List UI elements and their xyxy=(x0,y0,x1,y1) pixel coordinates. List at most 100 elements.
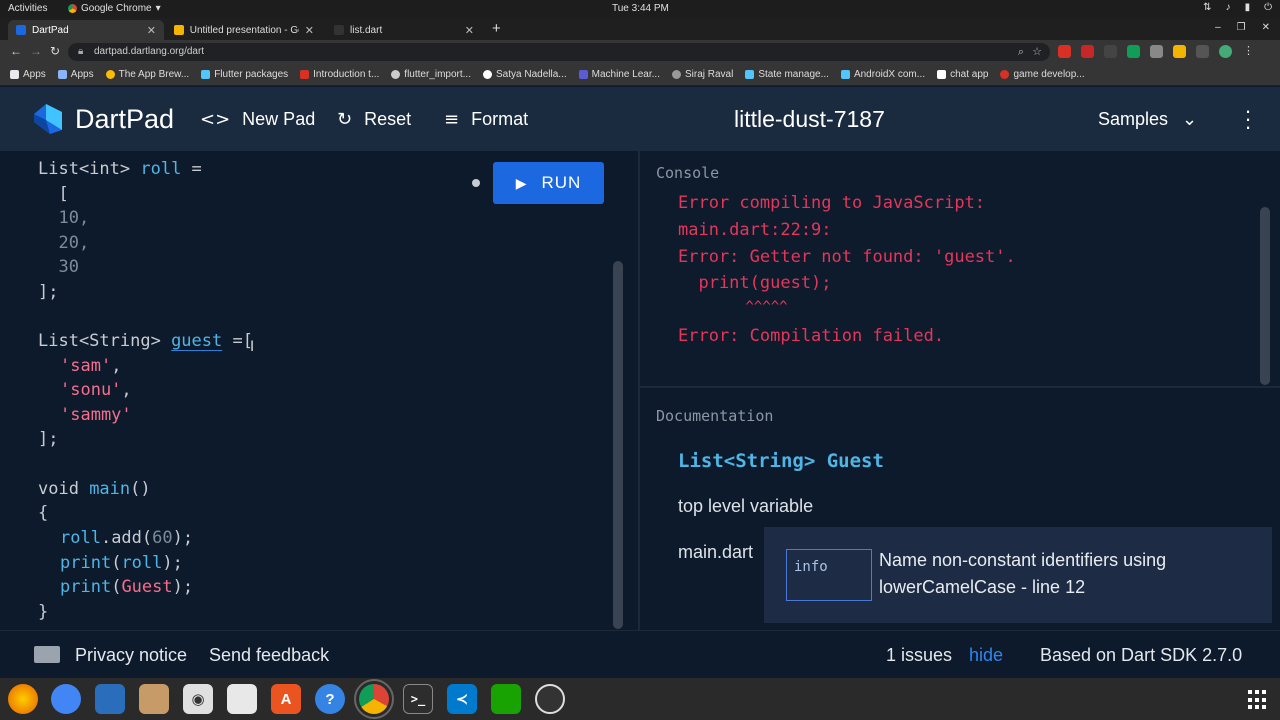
bookmark-item[interactable]: Apps xyxy=(10,69,46,80)
window-controls[interactable]: – ❐ ✕ xyxy=(1215,22,1270,33)
close-icon[interactable]: ✕ xyxy=(465,24,474,37)
bookmark-item[interactable]: Satya Nadella... xyxy=(483,69,567,80)
issues-count[interactable]: 1 issues xyxy=(886,645,952,666)
keyboard-icon[interactable] xyxy=(34,646,60,663)
calc-icon[interactable] xyxy=(491,684,521,714)
profile-avatar[interactable] xyxy=(1219,45,1232,58)
os-top-bar: Activities Google Chrome ▾ Tue 3:44 PM ⇅… xyxy=(0,0,1280,18)
youtube-icon xyxy=(1000,70,1010,79)
terminal-icon[interactable]: >_ xyxy=(403,684,433,714)
flutter-icon xyxy=(745,70,755,79)
bookmark-item[interactable]: flutter_import... xyxy=(391,69,471,80)
site-icon xyxy=(578,70,588,79)
console-scrollbar[interactable] xyxy=(1260,207,1270,385)
code-line: 30 xyxy=(38,257,79,277)
tab-dartpad[interactable]: DartPad ✕ xyxy=(8,20,164,40)
files-icon[interactable] xyxy=(139,684,169,714)
network-icon: ⇅ xyxy=(1203,2,1212,13)
console-line: print(guest); xyxy=(678,273,832,293)
site-icon xyxy=(300,70,310,79)
extension-icon[interactable] xyxy=(1104,45,1117,58)
extension-icon[interactable] xyxy=(1081,45,1094,58)
address-bar[interactable]: 🔒︎ dartpad.dartlang.org/dart ⌕ ☆ xyxy=(68,43,1050,61)
vscode-icon[interactable]: ≺ xyxy=(447,684,477,714)
editor-scrollbar[interactable] xyxy=(613,261,623,629)
format-button[interactable]: ≡ Format xyxy=(444,109,528,130)
show-applications-icon[interactable] xyxy=(1248,690,1268,710)
maximize-icon[interactable]: ❐ xyxy=(1237,22,1246,33)
bookmark-item[interactable]: State manage... xyxy=(745,69,829,80)
extension-icon[interactable] xyxy=(1150,45,1163,58)
lock-icon: 🔒︎ xyxy=(78,46,84,57)
doc-kind: top level variable xyxy=(678,496,814,516)
console-panel: Console Error compiling to JavaScript: m… xyxy=(640,151,1280,388)
hide-issues-link[interactable]: hide xyxy=(969,645,1003,666)
reload-icon[interactable]: ↻ xyxy=(50,44,60,58)
refresh-icon: ↻ xyxy=(337,109,353,130)
tab-list-dart[interactable]: list.dart ✕ xyxy=(326,20,482,40)
close-icon[interactable]: ✕ xyxy=(147,24,156,37)
new-pad-button[interactable]: <> New Pad xyxy=(200,109,315,130)
issue-message: Name non-constant identifiers using lowe… xyxy=(879,550,1167,597)
pad-name: little-dust-7187 xyxy=(734,106,885,132)
bookmark-item[interactable]: Siraj Raval xyxy=(671,69,733,80)
new-tab-button[interactable]: + xyxy=(492,20,501,37)
bookmark-star-icon[interactable]: ☆ xyxy=(1032,43,1042,61)
bookmark-item[interactable]: The App Brew... xyxy=(105,69,189,80)
app-menu[interactable]: Google Chrome ▾ xyxy=(68,3,161,14)
site-icon xyxy=(671,70,681,79)
flutter-icon xyxy=(840,70,850,79)
chrome-menu-icon[interactable]: ⋮ xyxy=(1242,45,1255,58)
run-button[interactable]: ▶ RUN xyxy=(493,162,604,204)
help-icon[interactable]: ? xyxy=(315,684,345,714)
back-arrow-icon[interactable]: ← xyxy=(10,44,22,58)
close-window-icon[interactable]: ✕ xyxy=(1262,22,1270,33)
extension-icon[interactable] xyxy=(1196,45,1209,58)
bookmark-item[interactable]: AndroidX com... xyxy=(840,69,925,80)
flutter-icon xyxy=(201,70,211,79)
send-feedback-link[interactable]: Send feedback xyxy=(209,645,329,666)
activities-button[interactable]: Activities xyxy=(8,3,47,14)
issue-popup[interactable]: info Name non-constant identifiers using… xyxy=(764,527,1272,623)
rhythmbox-icon[interactable]: ◉ xyxy=(183,684,213,714)
zoom-icon[interactable]: ⌕ xyxy=(1018,43,1024,61)
clock[interactable]: Tue 3:44 PM xyxy=(612,3,669,14)
code-editor[interactable]: List<int> roll = [ 10, 20, 30 ]; List<St… xyxy=(0,151,623,630)
samples-dropdown[interactable]: Samples ⌄ xyxy=(1098,109,1197,130)
bookmark-item[interactable]: chat app xyxy=(937,69,988,80)
system-tray[interactable]: ⇅ ♪ ▮ ⏻ xyxy=(1203,2,1272,13)
software-center-icon[interactable]: A xyxy=(271,684,301,714)
bookmark-item[interactable]: Apps xyxy=(57,69,94,80)
tab-presentation[interactable]: Untitled presentation - Go ✕ xyxy=(166,20,322,40)
code-line: roll.add(60); xyxy=(60,528,194,548)
minimize-icon[interactable]: – xyxy=(1215,22,1221,33)
battery-icon: ▮ xyxy=(1244,2,1251,13)
code-line: 'sonu', xyxy=(60,380,132,400)
extension-icon[interactable] xyxy=(1058,45,1071,58)
bookmark-item[interactable]: game develop... xyxy=(1000,69,1085,80)
close-icon[interactable]: ✕ xyxy=(305,24,314,37)
more-options-icon[interactable]: · · · xyxy=(1240,100,1256,138)
chrome-icon[interactable] xyxy=(354,679,394,719)
privacy-notice-link[interactable]: Privacy notice xyxy=(75,645,187,666)
firefox-icon[interactable] xyxy=(8,684,38,714)
forward-arrow-icon[interactable]: → xyxy=(30,44,42,58)
chromium-icon[interactable] xyxy=(51,684,81,714)
bookmark-item[interactable]: Machine Lear... xyxy=(578,69,660,80)
code-line: [ xyxy=(38,184,69,204)
dart-logo-icon xyxy=(34,104,62,134)
text-cursor-icon: I xyxy=(250,339,255,355)
brand-title[interactable]: DartPad xyxy=(75,104,174,135)
medium-icon xyxy=(937,70,947,79)
reset-button[interactable]: ↻ Reset xyxy=(337,109,411,130)
extension-icon[interactable] xyxy=(1173,45,1186,58)
dartpad-footer: Privacy notice Send feedback 1 issues hi… xyxy=(0,630,1280,678)
writer-icon[interactable] xyxy=(227,684,257,714)
thunderbird-icon[interactable] xyxy=(95,684,125,714)
tab-strip: DartPad ✕ Untitled presentation - Go ✕ l… xyxy=(0,18,1280,40)
extension-icon[interactable] xyxy=(1127,45,1140,58)
bookmark-item[interactable]: Introduction t... xyxy=(300,69,379,80)
obs-icon[interactable] xyxy=(535,684,565,714)
bookmark-item[interactable]: Flutter packages xyxy=(201,69,288,80)
app-name: Google Chrome xyxy=(81,3,152,14)
